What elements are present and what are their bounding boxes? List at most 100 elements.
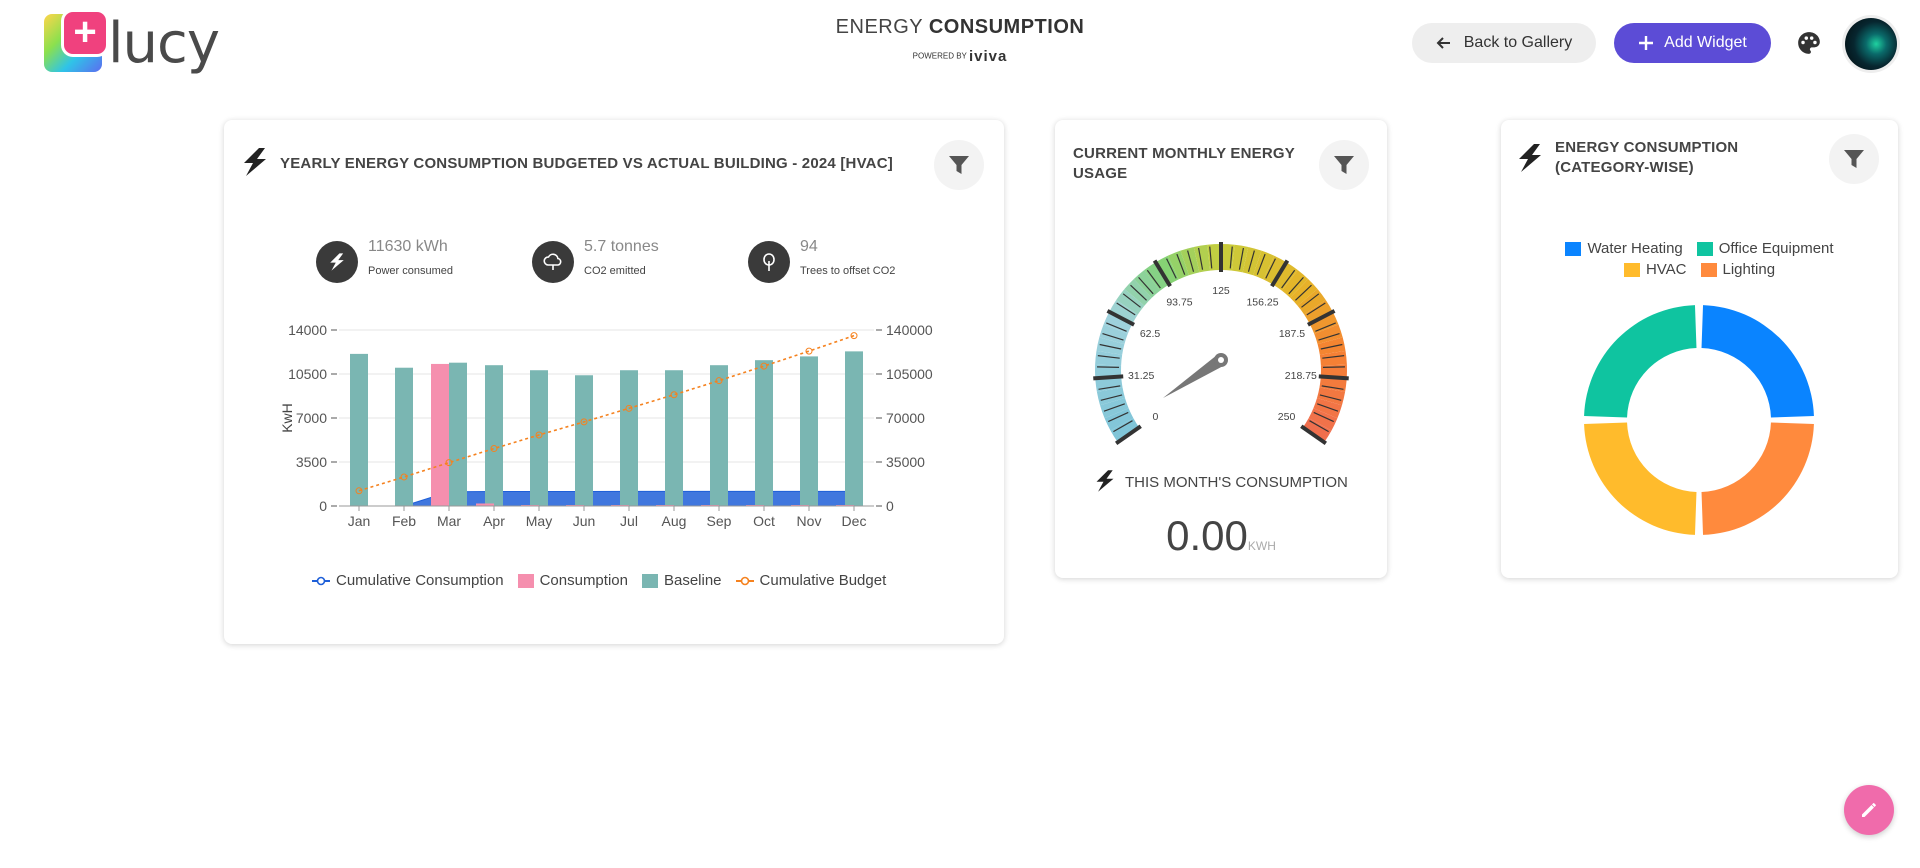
legend-line-marker <box>735 576 754 585</box>
stat-value: 5.7 tonnes <box>584 238 659 255</box>
y2-tick-label: 140000 <box>886 322 933 338</box>
legend-swatch <box>1623 262 1640 277</box>
gauge-needle-hub-center <box>1218 357 1224 363</box>
x-tick-label: Jun <box>573 513 596 529</box>
x-tick-label: Sep <box>707 513 732 529</box>
filter-button[interactable] <box>934 140 984 190</box>
back-to-gallery-button[interactable]: Back to Gallery <box>1412 23 1596 63</box>
baseline-bar <box>800 356 818 506</box>
y-tick-label: 3500 <box>296 454 327 470</box>
donut-slice-water-heating <box>1701 305 1814 418</box>
baseline-bar <box>755 360 773 506</box>
legend-label: Water Heating <box>1587 240 1683 257</box>
bolt-icon <box>1096 470 1114 492</box>
x-tick-label: Oct <box>753 513 775 529</box>
gauge-card-title: CURRENT MONTHLY ENERGY USAGE <box>1073 145 1295 182</box>
x-tick-label: Jan <box>348 513 371 529</box>
legend-label: HVAC <box>1645 261 1687 278</box>
legend-item[interactable]: Office Equipment <box>1696 240 1834 257</box>
legend-item[interactable]: Baseline <box>641 572 722 589</box>
legend-item[interactable]: Lighting <box>1700 261 1776 278</box>
stat-power: 11630 kWh Power consumed <box>316 238 496 284</box>
add-widget-button[interactable]: Add Widget <box>1614 23 1771 63</box>
yearly-consumption-chart: 0 0 3500 35000 7000 70000 10500 105000 14000 1400… <box>279 322 933 529</box>
iviva-brand: iviva <box>968 48 1008 65</box>
legend-swatch <box>517 573 534 588</box>
legend-swatch <box>1565 241 1582 256</box>
gauge-tick-label: 156.25 <box>1246 297 1278 309</box>
category-legend-row-1: Water Heating Office Equipment <box>1501 240 1898 257</box>
gauge-tick <box>1318 374 1349 381</box>
stat-value: 11630 kWh <box>368 238 448 255</box>
x-tick-label: Mar <box>437 513 461 529</box>
category-consumption-card: ENERGY CONSUMPTION (CATEGORY-WISE) Water… <box>1501 120 1898 578</box>
legend-item[interactable]: Water Heating <box>1565 240 1683 257</box>
legend-label: Consumption <box>539 572 628 589</box>
palette-icon[interactable] <box>1796 30 1822 56</box>
user-avatar[interactable] <box>1845 18 1897 70</box>
app-header: + lucy ENERGY CONSUMPTION POWERED BY ivi… <box>0 0 1920 100</box>
bolt-icon <box>316 241 358 283</box>
y-axis-label: KwH <box>279 403 295 433</box>
add-widget-label: Add Widget <box>1664 34 1747 51</box>
legend-item[interactable]: Consumption <box>517 572 628 589</box>
baseline-bar <box>710 365 728 506</box>
filter-button[interactable] <box>1319 140 1369 190</box>
plus-icon <box>1639 36 1654 50</box>
bolt-icon <box>244 148 266 176</box>
legend-swatch <box>1700 262 1717 277</box>
gauge-tick-label: 62.5 <box>1140 328 1161 340</box>
back-to-gallery-label: Back to Gallery <box>1463 34 1573 51</box>
baseline-bar <box>350 353 368 506</box>
donut-slice-hvac <box>1584 422 1697 535</box>
x-tick-label: Dec <box>842 513 867 529</box>
x-tick-label: Jul <box>620 513 638 529</box>
chart-legend: Cumulative Consumption Consumption Basel… <box>312 572 886 589</box>
baseline-bar <box>620 370 638 506</box>
gauge-tick <box>1322 366 1345 369</box>
stat-label: Trees to offset CO2 <box>800 265 896 277</box>
donut-slice-lighting <box>1701 422 1814 535</box>
legend-item[interactable]: Cumulative Budget <box>735 572 887 589</box>
gauge-tick <box>1093 374 1124 381</box>
legend-label: Baseline <box>663 572 722 589</box>
edit-fab-button[interactable] <box>1844 785 1894 835</box>
gauge-value: 0.00 <box>1166 512 1248 559</box>
legend-line-marker <box>312 576 330 585</box>
baseline-bar <box>485 365 503 506</box>
category-legend-row-2: HVAC Lighting <box>1501 261 1898 278</box>
x-tick-label: Apr <box>483 513 505 529</box>
gauge-tick-label: 0 <box>1153 411 1159 423</box>
stat-label: Power consumed <box>368 265 453 277</box>
legend-label: Lighting <box>1722 261 1776 278</box>
y-tick-label: 7000 <box>296 410 327 426</box>
y2-tick-label: 105000 <box>886 366 933 382</box>
baseline-bar <box>845 351 863 506</box>
y2-tick-label: 35000 <box>886 454 925 470</box>
x-tick-label: Nov <box>797 513 822 529</box>
legend-item[interactable]: Cumulative Consumption <box>312 572 504 589</box>
legend-swatch <box>1696 241 1713 256</box>
energy-gauge: 0 31.25 62.5 93.75 125 156.25 187.5 218.75 250 <box>1093 242 1349 446</box>
tree-icon <box>748 241 790 283</box>
donut-slice-office-equipment <box>1584 305 1697 418</box>
cloud-icon <box>532 241 574 283</box>
filter-button[interactable] <box>1829 134 1879 184</box>
legend-swatch <box>641 573 658 588</box>
y-tick-label: 14000 <box>288 322 327 338</box>
gauge-tick-label: 218.75 <box>1285 370 1317 382</box>
filter-icon <box>1844 150 1864 168</box>
legend-item[interactable]: HVAC <box>1623 261 1687 278</box>
monthly-usage-card: CURRENT MONTHLY ENERGY USAGE 0 31.25 62.5 9… <box>1055 120 1387 578</box>
category-donut-chart <box>1584 305 1814 535</box>
gauge-subtitle: THIS MONTH'S CONSUMPTION <box>1125 474 1348 491</box>
legend-label: Office Equipment <box>1718 240 1834 257</box>
title-bold: CONSUMPTION <box>928 16 1085 38</box>
legend-label: Cumulative Consumption <box>336 572 504 589</box>
x-tick-label: Aug <box>662 513 687 529</box>
pencil-icon <box>1862 803 1876 817</box>
stat-trees: 94 Trees to offset CO2 <box>748 238 928 284</box>
legend-label: Cumulative Budget <box>759 572 887 589</box>
baseline-bar <box>665 370 683 506</box>
powered-by-label: POWERED BY <box>912 51 967 61</box>
